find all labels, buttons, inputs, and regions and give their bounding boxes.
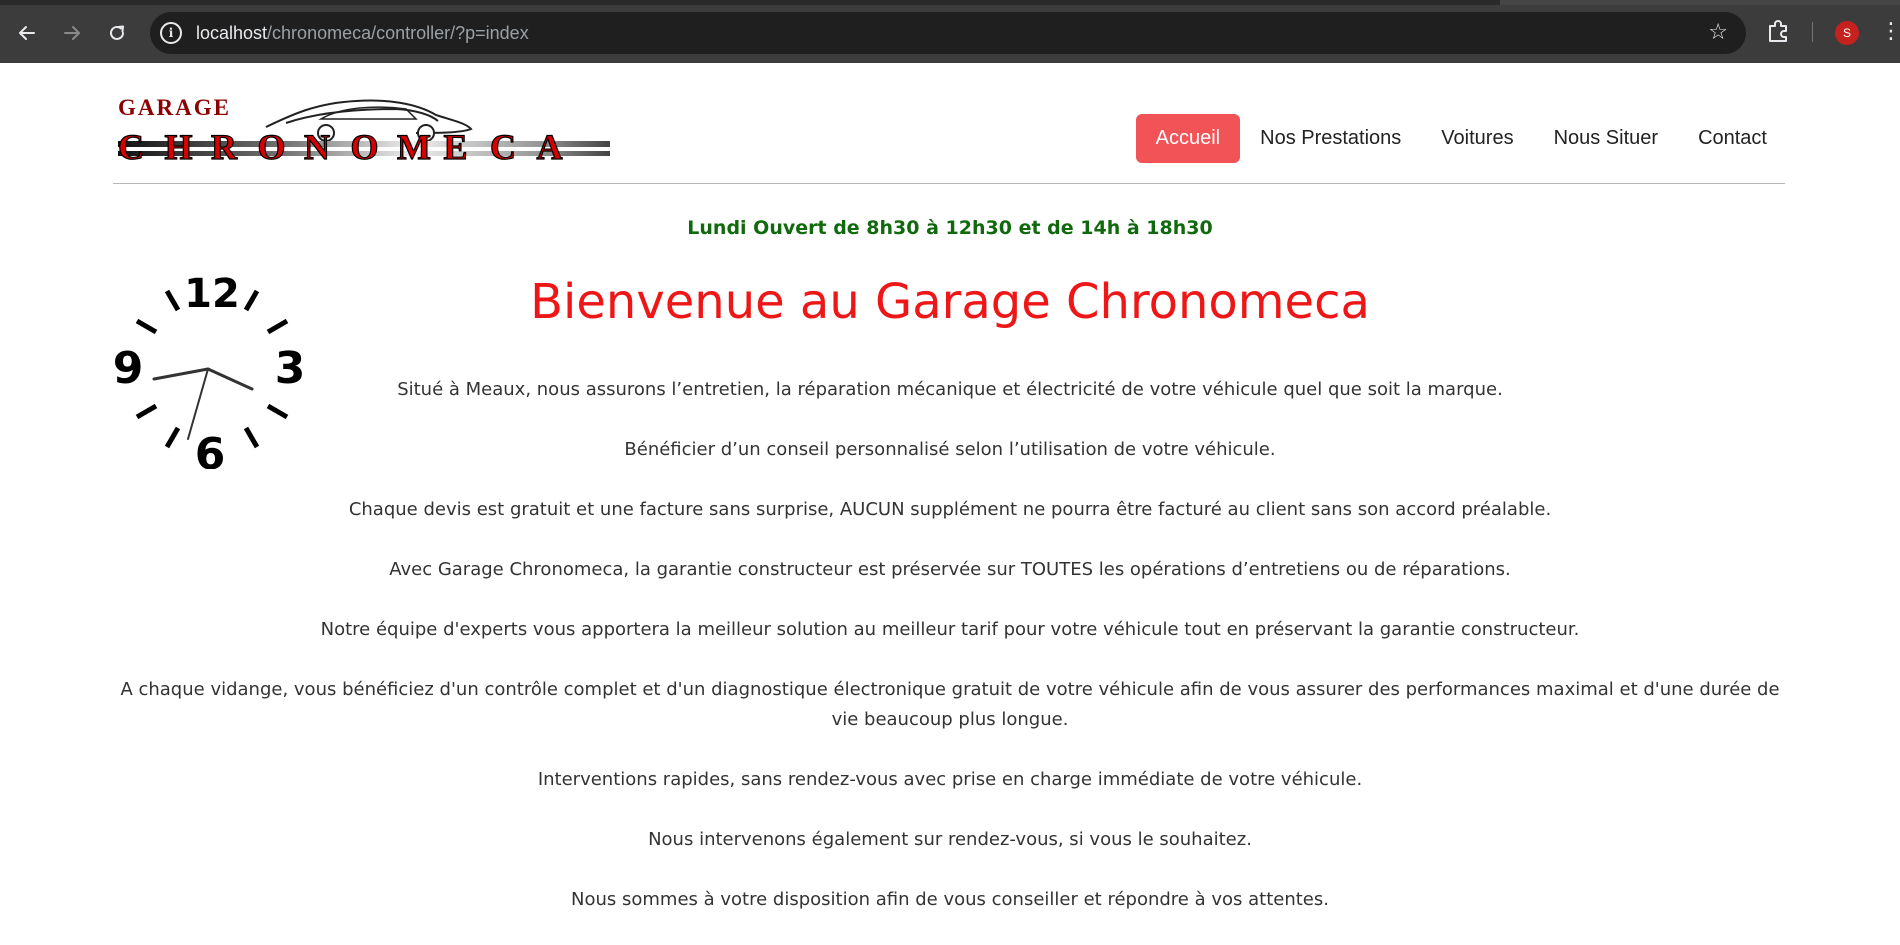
- logo-letter: N: [304, 127, 330, 165]
- logo-letter: O: [351, 127, 379, 165]
- intro-paragraph: Avec Garage Chronomeca, la garantie cons…: [389, 559, 1511, 580]
- nav-nous-situer[interactable]: Nous Situer: [1534, 114, 1679, 163]
- intro-paragraph: Notre équipe d'experts vous apportera la…: [320, 619, 1580, 640]
- page-title: Bienvenue au Garage Chronomeca: [530, 274, 1370, 330]
- back-button[interactable]: [11, 17, 43, 49]
- tab-strip: [0, 0, 1900, 5]
- address-bar[interactable]: i localhost/chronomeca/controller/?p=ind…: [150, 12, 1746, 54]
- nav-accueil[interactable]: Accueil: [1135, 114, 1241, 163]
- logo-letter: E: [444, 127, 468, 165]
- info-icon[interactable]: i: [160, 22, 182, 44]
- nav-contact[interactable]: Contact: [1678, 114, 1787, 163]
- nav-voitures[interactable]: Voitures: [1421, 114, 1533, 163]
- browser-chrome: i localhost/chronomeca/controller/?p=ind…: [0, 0, 1900, 63]
- logo-letter: R: [211, 127, 238, 165]
- intro-text: Situé à Meaux, nous assurons l’entretien…: [120, 375, 1780, 945]
- opening-hours: Lundi Ouvert de 8h30 à 12h30 et de 14h à…: [687, 217, 1213, 239]
- logo-letter: O: [258, 127, 286, 165]
- header-divider: [113, 183, 1785, 184]
- intro-paragraph: Situé à Meaux, nous assurons l’entretien…: [397, 379, 1503, 400]
- clock-numeral-12: 12: [184, 271, 240, 317]
- profile-avatar[interactable]: S: [1835, 21, 1859, 45]
- garage-chronomeca-logo[interactable]: GARAGE CHRONOMECA: [116, 93, 610, 165]
- puzzle-icon[interactable]: [1765, 18, 1791, 44]
- intro-paragraph: Chaque devis est gratuit et une facture …: [348, 499, 1552, 520]
- logo-garage-text: GARAGE: [118, 95, 231, 120]
- logo-letter: C: [118, 127, 144, 165]
- logo-letter: A: [537, 127, 563, 165]
- kebab-menu-icon[interactable]: ⋮: [1880, 17, 1900, 47]
- toolbar-separator: [1812, 22, 1813, 42]
- arrow-right-icon: [64, 26, 80, 40]
- url-text[interactable]: localhost/chronomeca/controller/?p=index: [196, 23, 529, 44]
- forward-button[interactable]: [56, 17, 88, 49]
- main-nav: Accueil Nos Prestations Voitures Nous Si…: [1135, 114, 1787, 163]
- reload-button[interactable]: [101, 17, 133, 49]
- logo-letter: H: [165, 127, 193, 165]
- logo-letter: C: [490, 127, 516, 165]
- reload-icon: [110, 25, 124, 40]
- intro-paragraph: Nous intervenons également sur rendez-vo…: [648, 829, 1252, 850]
- star-icon[interactable]: ☆: [1708, 20, 1728, 45]
- arrow-left-icon: [19, 26, 35, 40]
- intro-paragraph: Nous sommes à votre disposition afin de …: [571, 889, 1329, 910]
- nav-nos-prestations[interactable]: Nos Prestations: [1240, 114, 1421, 163]
- intro-paragraph: Bénéficier d’un conseil personnalisé sel…: [624, 439, 1276, 460]
- page: GARAGE CHRONOMECA Accueil Nos Prestation…: [0, 63, 1900, 930]
- intro-paragraph: A chaque vidange, vous bénéficiez d'un c…: [120, 679, 1780, 730]
- intro-paragraph: Interventions rapides, sans rendez-vous …: [537, 769, 1363, 790]
- logo-letter: M: [397, 127, 431, 165]
